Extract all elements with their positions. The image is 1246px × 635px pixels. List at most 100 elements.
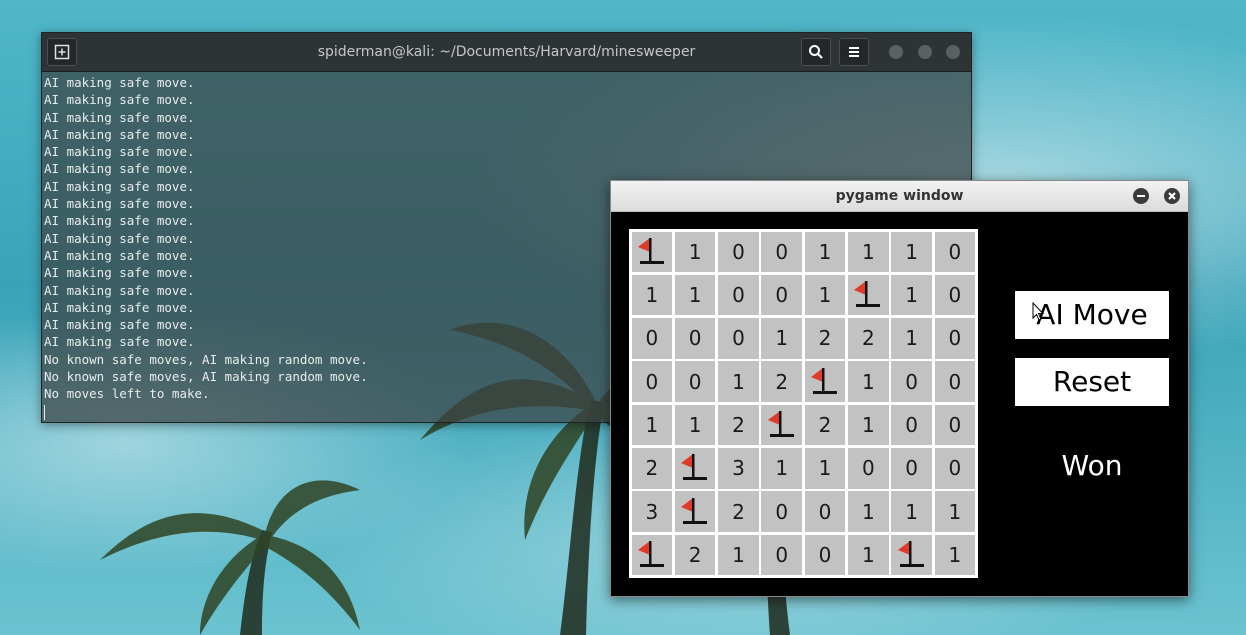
- board-cell[interactable]: 1: [891, 491, 932, 532]
- board-cell[interactable]: [848, 274, 889, 316]
- board-cell[interactable]: [674, 448, 716, 489]
- minesweeper-board: 1 0 0 1 1 1 0 1 1 0 0 1 1 0 0 0 0 1 2 2 1 0 0 0 1 2 1 0 0 1 1 2 2 1 0 0 2 3 1 1…: [629, 229, 978, 578]
- cell-number: 1: [818, 283, 832, 308]
- search-icon: [809, 45, 823, 59]
- cell-number: 0: [861, 456, 875, 481]
- cell-number: 1: [688, 413, 702, 438]
- board-cell[interactable]: 0: [761, 274, 802, 316]
- board-cell[interactable]: 0: [848, 448, 889, 489]
- board-cell[interactable]: 1: [631, 274, 673, 316]
- cell-number: 1: [861, 542, 875, 567]
- board-cell[interactable]: 0: [804, 491, 846, 532]
- board-cell[interactable]: 1: [674, 274, 716, 316]
- board-cell[interactable]: 0: [674, 318, 716, 359]
- board-cell[interactable]: [631, 231, 673, 273]
- terminal-line: AI making safe move.: [44, 161, 195, 177]
- pygame-titlebar: pygame window: [611, 181, 1188, 212]
- board-cell[interactable]: 1: [804, 274, 846, 316]
- board-cell[interactable]: [631, 534, 673, 576]
- board-cell[interactable]: 3: [718, 448, 759, 489]
- maximize-button[interactable]: [918, 45, 932, 59]
- board-cell[interactable]: 1: [891, 318, 932, 359]
- search-button[interactable]: [801, 38, 831, 66]
- reset-button[interactable]: Reset: [1015, 358, 1169, 406]
- terminal-line: AI making safe move.: [44, 75, 195, 90]
- board-cell[interactable]: 1: [674, 404, 716, 446]
- board-cell[interactable]: 1: [934, 534, 976, 576]
- board-cell[interactable]: 0: [934, 404, 976, 446]
- board-cell[interactable]: 0: [631, 318, 673, 359]
- board-cell[interactable]: 0: [891, 448, 932, 489]
- board-cell[interactable]: 0: [934, 361, 976, 402]
- cell-number: 1: [688, 283, 702, 308]
- board-cell[interactable]: 2: [804, 318, 846, 359]
- board-cell[interactable]: 2: [761, 361, 802, 402]
- board-cell[interactable]: 1: [848, 361, 889, 402]
- cell-number: 1: [732, 369, 745, 394]
- board-cell[interactable]: 1: [804, 231, 846, 273]
- board-cell[interactable]: 0: [674, 361, 716, 402]
- close-button[interactable]: [946, 45, 960, 59]
- board-cell[interactable]: 1: [761, 318, 802, 359]
- board-cell[interactable]: [891, 534, 932, 576]
- board-cell[interactable]: 0: [934, 274, 976, 316]
- board-cell[interactable]: 1: [848, 534, 889, 576]
- board-cell[interactable]: 1: [761, 448, 802, 489]
- board-cell[interactable]: 2: [631, 448, 673, 489]
- cell-number: 0: [775, 239, 789, 264]
- cell-number: 0: [775, 499, 789, 524]
- board-cell[interactable]: 1: [718, 534, 759, 576]
- board-cell[interactable]: 1: [891, 274, 932, 316]
- board-cell[interactable]: 1: [848, 231, 889, 273]
- terminal-title: spiderman@kali: ~/Documents/Harvard/mine…: [317, 44, 696, 60]
- board-cell[interactable]: 1: [934, 491, 976, 532]
- board-cell[interactable]: 0: [631, 361, 673, 402]
- board-cell[interactable]: 2: [718, 404, 759, 446]
- cell-number: 1: [861, 499, 875, 524]
- menu-button[interactable]: [839, 38, 869, 66]
- flag-icon: [767, 411, 794, 438]
- pygame-minimize-button[interactable]: [1133, 188, 1149, 204]
- cell-number: 0: [688, 326, 702, 351]
- board-cell[interactable]: 2: [848, 318, 889, 359]
- minimize-button[interactable]: [889, 45, 903, 59]
- board-cell[interactable]: 0: [718, 274, 759, 316]
- board-cell[interactable]: 1: [848, 491, 889, 532]
- cell-number: 1: [645, 413, 659, 438]
- board-cell[interactable]: 0: [934, 231, 976, 273]
- board-cell[interactable]: 1: [804, 448, 846, 489]
- board-cell[interactable]: 0: [804, 534, 846, 576]
- board-cell[interactable]: 0: [718, 318, 759, 359]
- board-cell[interactable]: 1: [848, 404, 889, 446]
- board-cell[interactable]: 0: [891, 404, 932, 446]
- board-cell[interactable]: 1: [674, 231, 716, 273]
- cell-number: 0: [948, 456, 962, 481]
- pygame-window: pygame window 1 0 0 1 1 1 0 1 1 0 0 1 1 0 0 0 0 1 2 2 1 0 0 0 1 2…: [610, 180, 1189, 597]
- board-cell[interactable]: [804, 361, 846, 402]
- board-cell[interactable]: 0: [761, 231, 802, 273]
- board-cell[interactable]: 0: [934, 318, 976, 359]
- cell-number: 0: [905, 413, 918, 438]
- terminal-line: AI making safe move.: [44, 92, 195, 108]
- board-cell[interactable]: 0: [761, 491, 802, 532]
- cell-number: 1: [905, 499, 918, 524]
- board-cell[interactable]: 2: [674, 534, 716, 576]
- cell-number: 1: [818, 239, 832, 264]
- pygame-close-button[interactable]: [1164, 188, 1180, 204]
- board-cell[interactable]: 0: [934, 448, 976, 489]
- board-cell[interactable]: 1: [631, 404, 673, 446]
- board-cell[interactable]: [761, 404, 802, 446]
- board-cell[interactable]: 0: [761, 534, 802, 576]
- board-cell[interactable]: 2: [804, 404, 846, 446]
- board-cell[interactable]: 3: [631, 491, 673, 532]
- board-cell[interactable]: 1: [891, 231, 932, 273]
- board-cell[interactable]: 0: [891, 361, 932, 402]
- flag-icon: [811, 367, 838, 394]
- cell-number: 1: [775, 456, 789, 481]
- board-cell[interactable]: 1: [718, 361, 759, 402]
- board-cell[interactable]: 2: [718, 491, 759, 532]
- cell-number: 0: [905, 369, 918, 394]
- board-cell[interactable]: 0: [718, 231, 759, 273]
- cell-number: 2: [818, 326, 832, 351]
- board-cell[interactable]: [674, 491, 716, 532]
